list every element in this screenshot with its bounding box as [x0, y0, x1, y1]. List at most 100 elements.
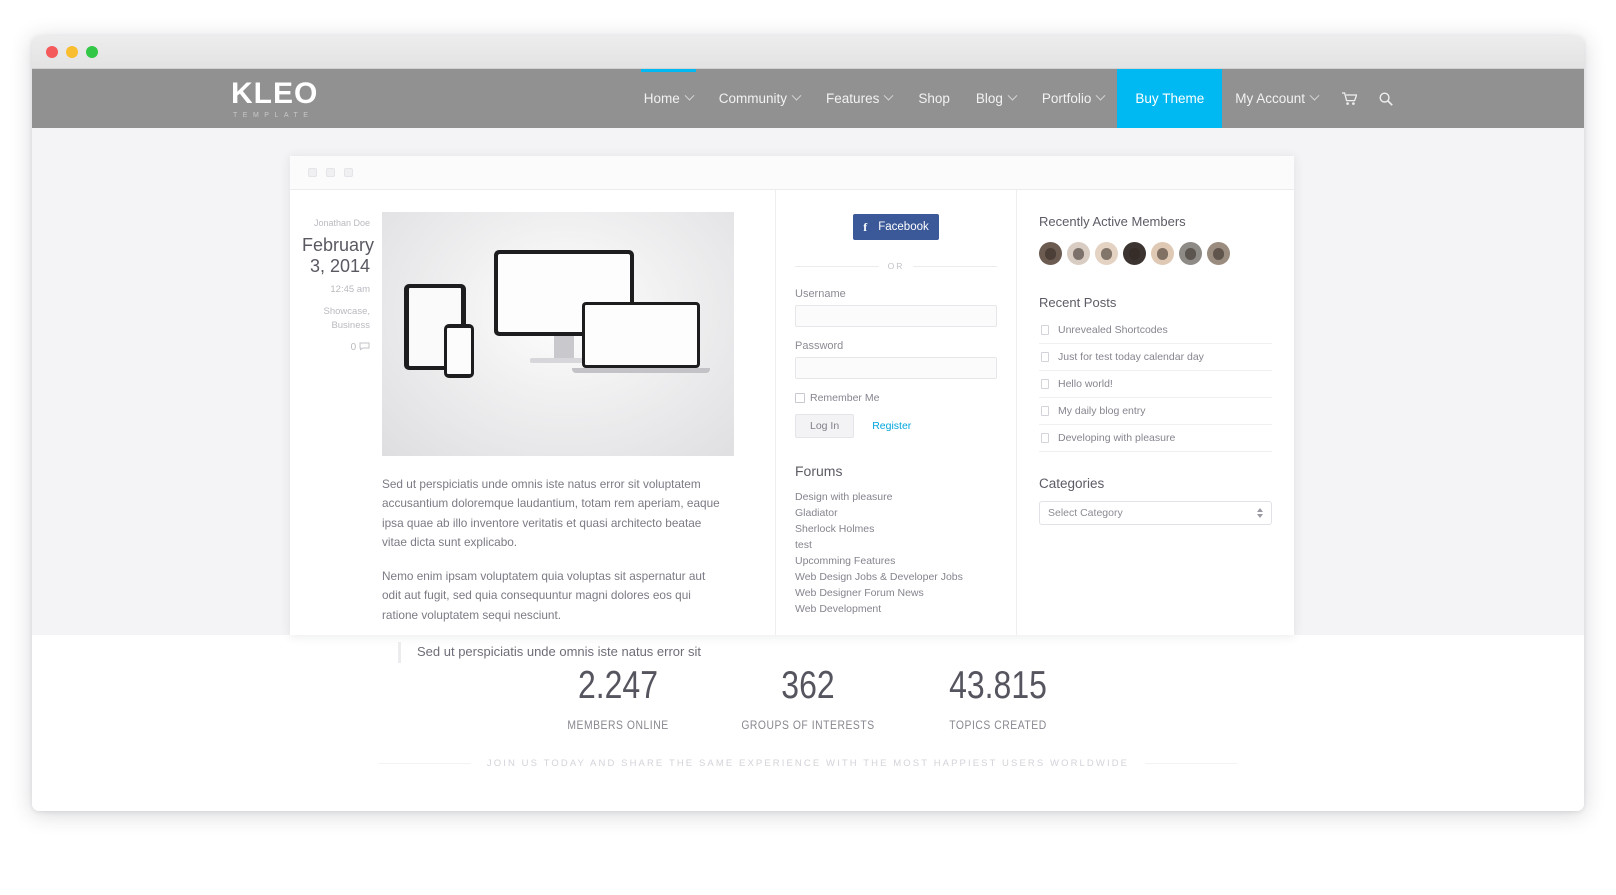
- nav-item-portfolio[interactable]: Portfolio: [1029, 69, 1118, 128]
- document-icon: [1041, 406, 1049, 416]
- comment-bubble-icon: [359, 342, 370, 351]
- avatar[interactable]: [1123, 242, 1146, 265]
- forum-item[interactable]: Sherlock Holmes: [795, 522, 997, 538]
- nav-item-buy-theme[interactable]: Buy Theme: [1117, 69, 1223, 128]
- site-logo[interactable]: KLEO TEMPLATE: [32, 69, 492, 128]
- nav-item-blog[interactable]: Blog: [963, 69, 1029, 128]
- recently-active-members-title: Recently Active Members: [1039, 214, 1186, 229]
- stat-number: 43.815: [949, 664, 1047, 707]
- shopping-cart-icon: [1342, 91, 1357, 105]
- window-close-button[interactable]: [46, 46, 58, 58]
- username-input[interactable]: [795, 305, 997, 327]
- browser-window: KLEO TEMPLATE Home Community Features Sh…: [32, 36, 1584, 811]
- forum-item[interactable]: test: [795, 538, 997, 554]
- forum-item[interactable]: Design with pleasure: [795, 490, 997, 506]
- nav-item-community[interactable]: Community: [706, 69, 813, 128]
- list-item[interactable]: Just for test today calendar day: [1039, 344, 1272, 371]
- comment-count-value: 0: [350, 342, 357, 354]
- post-body: Sed ut perspiciatis unde omnis iste natu…: [382, 212, 751, 663]
- login-button[interactable]: Log In: [795, 414, 855, 438]
- avatar[interactable]: [1151, 242, 1174, 265]
- avatar[interactable]: [1207, 242, 1230, 265]
- recent-posts-title: Recent Posts: [1039, 295, 1117, 310]
- register-link[interactable]: Register: [872, 420, 911, 432]
- logo-text: KLEO: [231, 76, 319, 110]
- divider-line-right: [913, 265, 997, 267]
- document-icon: [1041, 379, 1049, 389]
- chevron-down-icon: [1309, 90, 1320, 101]
- nav-label: Community: [718, 91, 788, 106]
- search-icon: [1379, 91, 1393, 106]
- recent-post-label: Developing with pleasure: [1058, 432, 1176, 444]
- forum-item[interactable]: Upcomming Features: [795, 554, 997, 570]
- avatar[interactable]: [1179, 242, 1202, 265]
- window-minimize-button[interactable]: [66, 46, 78, 58]
- nav-label: Home: [643, 91, 680, 106]
- list-item[interactable]: My daily blog entry: [1039, 398, 1272, 425]
- stats-row: 2.247 MEMBERS ONLINE 362 GROUPS OF INTER…: [523, 664, 1093, 732]
- document-icon: [1041, 352, 1049, 362]
- post-author: Jonathan Doe: [313, 218, 370, 228]
- stat-members-online: 2.247 MEMBERS ONLINE: [523, 664, 713, 732]
- forum-item[interactable]: Web Designer Forum News: [795, 586, 997, 602]
- stats-section: 2.247 MEMBERS ONLINE 362 GROUPS OF INTER…: [32, 635, 1584, 811]
- nav-label: Features: [826, 91, 880, 106]
- content-columns: Jonathan Doe February 3, 2014 12:45 am S…: [290, 190, 1294, 663]
- facebook-label: Facebook: [878, 221, 929, 233]
- nav-item-home[interactable]: Home: [631, 69, 706, 128]
- nav-item-my-account[interactable]: My Account: [1222, 69, 1331, 128]
- categories-title: Categories: [1039, 476, 1105, 491]
- post-blockquote: Sed ut perspiciatis unde omnis iste natu…: [398, 642, 751, 663]
- document-icon: [1041, 325, 1049, 335]
- main-navigation: Home Community Features Shop Blog Portfo…: [631, 69, 1584, 128]
- inner-window-dot-2-icon: [326, 168, 335, 177]
- nav-label: Buy Theme: [1135, 91, 1205, 106]
- forum-item[interactable]: Web Design Jobs & Developer Jobs: [795, 570, 997, 586]
- stat-label: TOPICS CREATED: [949, 719, 1047, 732]
- stat-topics-created: 43.815 TOPICS CREATED: [903, 664, 1093, 732]
- remember-me-checkbox[interactable]: [795, 393, 805, 403]
- forum-item[interactable]: Web Development: [795, 602, 997, 618]
- select-spinner-icon: [1257, 508, 1263, 518]
- password-label: Password: [795, 340, 844, 352]
- chevron-down-icon: [684, 90, 695, 101]
- nav-label: My Account: [1235, 91, 1305, 106]
- list-item[interactable]: Developing with pleasure: [1039, 425, 1272, 452]
- password-input[interactable]: [795, 357, 997, 379]
- category-selected-value: Select Category: [1048, 507, 1123, 519]
- forum-item[interactable]: Gladiator: [795, 506, 997, 522]
- stat-number: 2.247: [577, 664, 659, 707]
- avatar[interactable]: [1039, 242, 1062, 265]
- list-item[interactable]: Hello world!: [1039, 371, 1272, 398]
- tagline-rule-left: [378, 762, 471, 764]
- post-featured-image: [382, 212, 734, 456]
- chevron-down-icon: [1007, 90, 1018, 101]
- facebook-login-button[interactable]: f Facebook: [853, 214, 939, 240]
- inner-window-dot-1-icon: [308, 168, 317, 177]
- forums-title: Forums: [795, 463, 843, 479]
- inner-card-titlebar: [290, 156, 1294, 190]
- tagline-rule-right: [1145, 762, 1238, 764]
- tagline-row: JOIN US TODAY AND SHARE THE SAME EXPERIE…: [378, 758, 1238, 769]
- search-button[interactable]: [1368, 69, 1404, 128]
- nav-item-features[interactable]: Features: [813, 69, 905, 128]
- remember-me-row[interactable]: Remember Me: [795, 392, 997, 404]
- chevron-down-icon: [1095, 90, 1106, 101]
- nav-item-shop[interactable]: Shop: [905, 69, 963, 128]
- macbook-base-icon: [572, 368, 710, 373]
- category-select[interactable]: Select Category: [1039, 501, 1272, 525]
- nav-label: Blog: [975, 91, 1003, 106]
- post-comment-count[interactable]: 0: [302, 342, 370, 353]
- inner-browser-card: Jonathan Doe February 3, 2014 12:45 am S…: [290, 156, 1294, 663]
- page-body: Jonathan Doe February 3, 2014 12:45 am S…: [32, 128, 1584, 663]
- avatar[interactable]: [1095, 242, 1118, 265]
- nav-label: Portfolio: [1041, 91, 1092, 106]
- recent-post-label: Hello world!: [1058, 378, 1113, 390]
- avatar[interactable]: [1067, 242, 1090, 265]
- or-divider: OR: [795, 261, 997, 271]
- list-item[interactable]: Unrevealed Shortcodes: [1039, 317, 1272, 344]
- window-maximize-button[interactable]: [86, 46, 98, 58]
- post-categories: Showcase, Business: [323, 305, 370, 331]
- stat-groups-of-interests: 362 GROUPS OF INTERESTS: [713, 664, 903, 732]
- cart-button[interactable]: [1331, 69, 1368, 128]
